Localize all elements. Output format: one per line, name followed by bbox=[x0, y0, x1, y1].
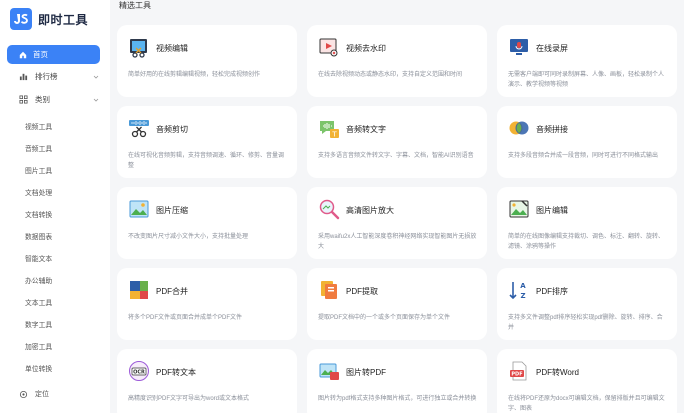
card-title: 音频转文字 bbox=[346, 125, 386, 134]
pdf-extract-icon bbox=[321, 281, 337, 299]
target-icon bbox=[19, 390, 28, 398]
card-title: 图片压缩 bbox=[156, 206, 188, 215]
tool-card-pdf-sort[interactable]: AZ PDF排序 支持多文件调整pdf排序轻松实现pdf删除、旋转、排序、合并 bbox=[497, 268, 677, 340]
audio-cut-icon bbox=[129, 120, 149, 138]
svg-text:PDF: PDF bbox=[511, 372, 522, 378]
card-title: 图片编辑 bbox=[536, 206, 568, 215]
sidebar-subitem-text[interactable]: 文本工具 bbox=[25, 297, 52, 307]
sidebar-subitem-unit[interactable]: 单位转换 bbox=[25, 363, 52, 373]
card-title: PDF转Word bbox=[536, 368, 579, 377]
image-upscale-icon bbox=[319, 199, 340, 220]
tool-card-image-compress[interactable]: 图片压缩 不改变图片尺寸减小文件大小，支持批量处理 bbox=[117, 187, 297, 259]
card-description: 无需客户端即可同时录制屏幕、人像、画板，轻松录制个人演示、教学视频等视频 bbox=[508, 72, 665, 88]
sidebar-subitem-doc-convert[interactable]: 文档转换 bbox=[25, 209, 52, 219]
card-description: 支持多文件调整pdf排序轻松实现pdf删除、旋转、排序、合并 bbox=[508, 315, 663, 331]
sidebar-item-label: 类别 bbox=[35, 95, 50, 104]
sidebar-subitem-number[interactable]: 数字工具 bbox=[25, 319, 52, 329]
sidebar-item-ranking[interactable]: 排行榜 bbox=[19, 71, 99, 82]
logo-icon bbox=[10, 8, 32, 30]
audio-to-text-icon: T bbox=[320, 121, 339, 139]
card-description: 图片转为pdf格式支持多种图片格式，可进行独立或合并转换 bbox=[318, 396, 477, 402]
card-title: 音频剪切 bbox=[156, 125, 188, 134]
tool-card-audio-to-text[interactable]: T 音频转文字 支持多语言音频文件转文字、字幕、文档，智能AI识别语音 bbox=[307, 106, 487, 178]
sidebar-item-home[interactable]: 首页 bbox=[7, 45, 100, 64]
tool-card-video-edit[interactable]: 视频编辑 简单好用的在线剪辑编辑视频，轻松完成视频创作 bbox=[117, 25, 297, 97]
grid-icon bbox=[19, 95, 28, 104]
video-edit-icon bbox=[130, 39, 147, 58]
sidebar-item-category[interactable]: 类别 bbox=[19, 94, 99, 105]
audio-merge-icon bbox=[509, 121, 529, 135]
card-title: 音频拼接 bbox=[536, 125, 568, 134]
card-description: 支持多段音频合并成一段音频，同时可进行不同格式输出 bbox=[508, 153, 659, 159]
sidebar-subitem-data-chart[interactable]: 数据图表 bbox=[25, 231, 52, 241]
tool-card-pdf-merge[interactable]: PDF合并 将多个PDF文件或页面合并成单个PDF文件 bbox=[117, 268, 297, 340]
pdf-to-text-icon: OCR bbox=[129, 361, 149, 381]
card-title: PDF排序 bbox=[536, 287, 568, 296]
card-description: 在线去除视频动态或静态水印，支持自定义范围和时间 bbox=[318, 72, 463, 78]
tool-card-video-watermark[interactable]: 视频去水印 在线去除视频动态或静态水印，支持自定义范围和时间 bbox=[307, 25, 487, 97]
sidebar-item-label: 定位 bbox=[35, 391, 49, 398]
tool-card-image-upscale[interactable]: 高清图片放大 采用waifu2x人工智能深度卷积神经网络实现智能图片无损放大 bbox=[307, 187, 487, 259]
home-icon bbox=[19, 51, 27, 58]
sidebar-item-locate[interactable]: 定位 bbox=[19, 389, 49, 399]
sidebar-subitem-audio[interactable]: 音频工具 bbox=[25, 143, 52, 153]
sidebar: 即时工具 首页 排行榜 类别 视频工具 音频工具 图片工具 文档处理 文档转换 … bbox=[0, 0, 110, 413]
image-edit-icon bbox=[509, 200, 529, 218]
sidebar-subitem-smart-text[interactable]: 智能文本 bbox=[25, 253, 52, 263]
svg-text:OCR: OCR bbox=[133, 370, 145, 376]
app-logo[interactable]: 即时工具 bbox=[10, 8, 88, 30]
tool-card-screen-record[interactable]: 在线录屏 无需客户端即可同时录制屏幕、人像、画板，轻松录制个人演示、教学视频等视… bbox=[497, 25, 677, 97]
card-title: PDF合并 bbox=[156, 287, 188, 296]
chevron-down-icon bbox=[93, 98, 99, 102]
chevron-down-icon bbox=[93, 75, 99, 79]
tool-card-pdf-to-text[interactable]: OCR PDF转文本 高精度识别PDF文字可导出为word或文本格式 bbox=[117, 349, 297, 413]
svg-text:T: T bbox=[331, 131, 337, 139]
pdf-merge-icon bbox=[130, 281, 148, 299]
sidebar-item-label: 首页 bbox=[33, 50, 48, 59]
tool-card-audio-cut[interactable]: 音频剪切 在线可视化音频剪辑，支持音频调速、循环、修剪、音量调整 bbox=[117, 106, 297, 178]
pdf-to-word-icon: PDF bbox=[510, 361, 527, 381]
section-title: 精选工具 bbox=[119, 1, 151, 10]
screen-record-icon bbox=[510, 39, 528, 55]
card-title: 图片转PDF bbox=[346, 368, 386, 377]
card-title: PDF转文本 bbox=[156, 368, 196, 377]
sidebar-subitem-doc-process[interactable]: 文档处理 bbox=[25, 187, 52, 197]
svg-text:Z: Z bbox=[520, 292, 525, 300]
pdf-sort-icon: AZ bbox=[509, 282, 526, 300]
card-description: 支持多语言音频文件转文字、字幕、文档，智能AI识别语音 bbox=[318, 153, 474, 159]
tool-card-audio-merge[interactable]: 音频拼接 支持多段音频合并成一段音频，同时可进行不同格式输出 bbox=[497, 106, 677, 178]
card-description: 在线可视化音频剪辑，支持音频调速、循环、修剪、音量调整 bbox=[128, 153, 285, 169]
tool-card-image-edit[interactable]: 图片编辑 简单的在线图像编辑支持裁切、调色、标注、翻转、旋转、滤镜、涂鸦等操作 bbox=[497, 187, 677, 259]
tool-card-pdf-to-word[interactable]: PDF PDF转Word 在线将PDF还原为docx可编辑文档，保留排版并且可编… bbox=[497, 349, 677, 413]
card-description: 将多个PDF文件或页面合并成单个PDF文件 bbox=[128, 315, 243, 321]
video-watermark-icon bbox=[319, 38, 338, 57]
card-title: 在线录屏 bbox=[536, 44, 568, 53]
card-description: 在线将PDF还原为docx可编辑文档，保留排版并且可编辑文字、图表 bbox=[508, 396, 665, 412]
sidebar-subitem-office[interactable]: 办公辅助 bbox=[25, 275, 52, 285]
sidebar-item-label: 排行榜 bbox=[35, 72, 58, 81]
card-description: 提取PDF文档中的一个或多个页面保存为单个文件 bbox=[318, 315, 451, 321]
app-name: 即时工具 bbox=[38, 12, 89, 27]
image-compress-icon bbox=[129, 200, 149, 218]
card-title: 高清图片放大 bbox=[346, 206, 394, 215]
card-title: 视频编辑 bbox=[156, 44, 188, 53]
card-description: 高精度识别PDF文字可导出为word或文本格式 bbox=[128, 396, 250, 402]
card-title: PDF提取 bbox=[346, 287, 378, 296]
tool-card-image-to-pdf[interactable]: 图片转PDF 图片转为pdf格式支持多种图片格式，可进行独立或合并转换 bbox=[307, 349, 487, 413]
tool-card-pdf-extract[interactable]: PDF提取 提取PDF文档中的一个或多个页面保存为单个文件 bbox=[307, 268, 487, 340]
sidebar-subitem-image[interactable]: 图片工具 bbox=[25, 165, 52, 175]
card-description: 不改变图片尺寸减小文件大小，支持批量处理 bbox=[128, 234, 249, 240]
image-to-pdf-icon bbox=[319, 363, 339, 380]
sidebar-subitem-video[interactable]: 视频工具 bbox=[25, 121, 52, 131]
svg-text:A: A bbox=[520, 282, 526, 290]
sidebar-subitem-crypto[interactable]: 加密工具 bbox=[25, 341, 52, 351]
card-description: 简单好用的在线剪辑编辑视频，轻松完成视频创作 bbox=[128, 72, 261, 78]
card-description: 简单的在线图像编辑支持裁切、调色、标注、翻转、旋转、滤镜、涂鸦等操作 bbox=[508, 234, 665, 250]
card-description: 采用waifu2x人工智能深度卷积神经网络实现智能图片无损放大 bbox=[318, 234, 477, 250]
card-title: 视频去水印 bbox=[346, 44, 386, 53]
bar-chart-icon bbox=[19, 73, 28, 81]
